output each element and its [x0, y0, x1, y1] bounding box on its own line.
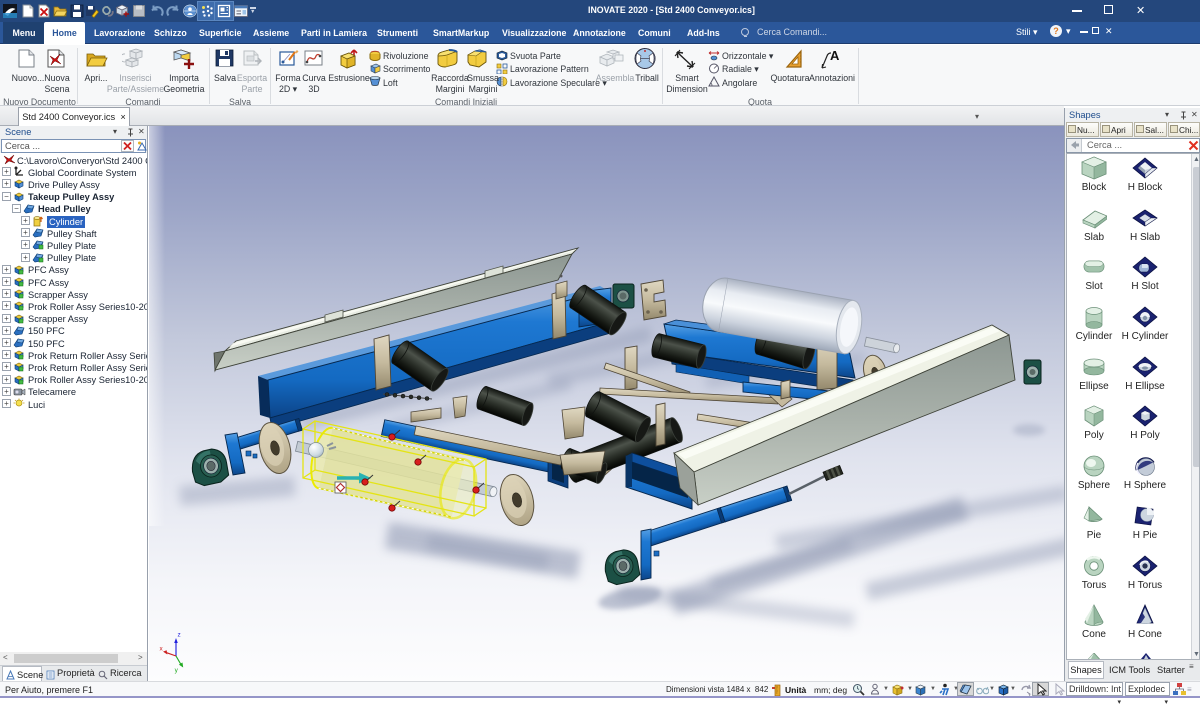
svg-text:A: A	[830, 48, 840, 63]
svg-text:z: z	[177, 632, 180, 639]
